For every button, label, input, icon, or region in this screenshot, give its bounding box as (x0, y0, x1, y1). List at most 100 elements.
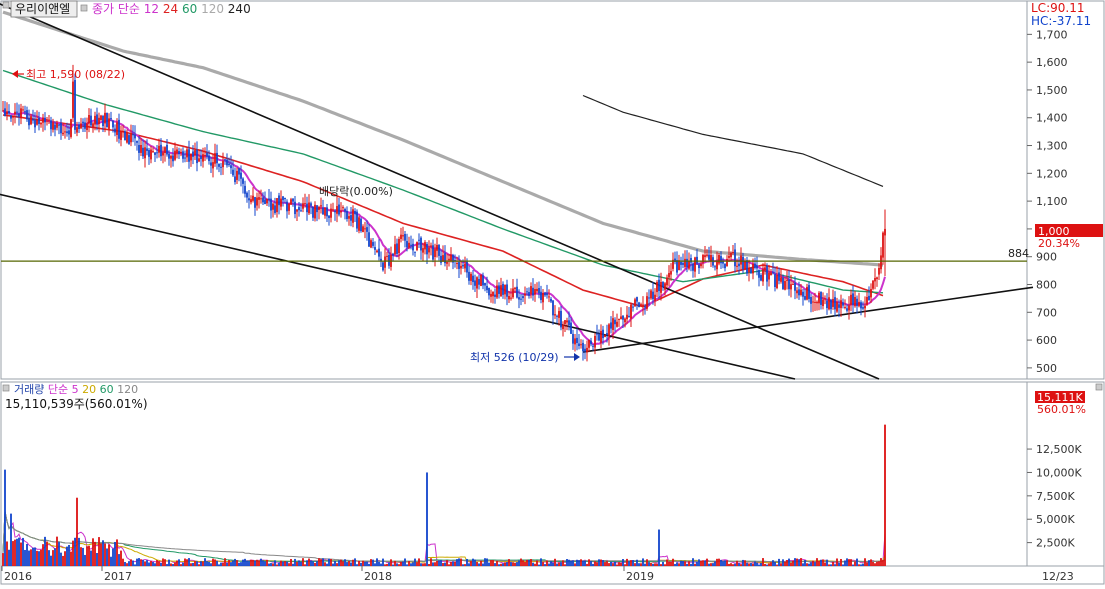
candle-body (396, 243, 398, 254)
candle-body (536, 288, 538, 292)
price-tick-label-10: 700 (1036, 306, 1057, 319)
candle-body (20, 108, 22, 119)
volume-bar (464, 564, 466, 566)
volume-bar (398, 564, 400, 566)
candle-body (122, 131, 124, 133)
volume-bar (360, 562, 362, 566)
volume-bar (496, 560, 498, 566)
candle-body (564, 320, 566, 325)
volume-bar (374, 563, 376, 566)
candle-body (730, 253, 732, 258)
legend-box-icon[interactable] (80, 4, 88, 12)
volume-bar (386, 563, 388, 566)
volume-panel[interactable] (0, 381, 1028, 567)
volume-tick-label-1: 10,000K (1036, 466, 1082, 479)
volume-bar (784, 561, 786, 566)
volume-bar (790, 562, 792, 566)
volume-bar (516, 562, 518, 566)
candle-body (372, 242, 374, 246)
price-tick-label-6: 1,100 (1036, 195, 1068, 208)
volume-bar (676, 562, 678, 566)
candle-body (106, 112, 108, 128)
candle-body (778, 272, 780, 281)
volume-bar (550, 561, 552, 566)
candle-body (606, 333, 608, 335)
volume-bar (642, 558, 644, 566)
candle-body (58, 124, 60, 126)
volume-bar (286, 561, 288, 566)
candle-body (796, 290, 798, 294)
candle-body (438, 244, 440, 256)
candle-body (760, 275, 762, 281)
candle-body (612, 318, 614, 330)
candle-body (856, 298, 858, 307)
candle-body (424, 242, 426, 250)
volume-bar (404, 558, 406, 566)
volume-bar (792, 560, 794, 566)
candle-body (774, 274, 776, 288)
candle-body (884, 228, 886, 236)
volume-menu-icon[interactable] (2, 384, 10, 392)
candle-body (514, 287, 516, 290)
volume-bar (304, 564, 306, 566)
candle-body (234, 176, 236, 183)
volume-bar (356, 564, 358, 566)
candle-body (728, 255, 730, 258)
volume-bar (126, 563, 128, 566)
candle-body (8, 111, 10, 114)
candle-body (32, 118, 34, 121)
candle-body (770, 272, 772, 276)
candle-body (582, 342, 584, 352)
candle-body (316, 205, 318, 213)
price-legend-item-5: 240 (224, 2, 251, 16)
volume-bar (646, 559, 648, 566)
volume-bar (38, 551, 40, 566)
time-tick-label-3: 2019 (626, 570, 654, 583)
candle-body (772, 271, 774, 273)
volume-bar (848, 559, 850, 566)
volume-bar (410, 563, 412, 566)
volume-bar (362, 560, 364, 566)
candle-body (378, 248, 380, 257)
candle-body (150, 149, 152, 160)
candle-body (388, 254, 390, 266)
candle-body (458, 262, 460, 269)
candle-body (248, 198, 250, 201)
menu-box-icon[interactable] (2, 1, 10, 9)
candle-body (130, 134, 132, 143)
volume-bar (660, 564, 662, 566)
volume-bar (40, 549, 42, 566)
candle-body (362, 226, 364, 233)
volume-bar (770, 562, 772, 566)
volume-bar (488, 562, 490, 566)
volume-bar (692, 558, 694, 566)
candle-body (594, 335, 596, 348)
volume-bar (68, 544, 70, 566)
candle-body (624, 318, 626, 323)
candle-body (850, 294, 852, 305)
volume-bar (390, 559, 392, 566)
candle-body (354, 210, 356, 215)
candle-body (88, 115, 90, 124)
candle-body (768, 272, 770, 280)
volume-bar (70, 551, 72, 566)
volume-bar (150, 561, 152, 566)
candle-body (504, 284, 506, 295)
candle-body (330, 208, 332, 218)
candle-body (782, 277, 784, 290)
volume-bar (484, 558, 486, 566)
volume-bar (568, 559, 570, 566)
candle-body (12, 115, 14, 118)
volume-bar (100, 543, 102, 566)
volume-bar (734, 563, 736, 566)
candle-body (824, 298, 826, 300)
candle-body (420, 237, 422, 251)
price-tick-label-2: 1,500 (1036, 84, 1068, 97)
candle-body (264, 199, 266, 204)
volume-legend-item-2: 20 (79, 383, 97, 396)
volume-bar (308, 558, 310, 566)
candle-body (336, 206, 338, 214)
candle-body (18, 113, 20, 117)
volume-bar (466, 558, 468, 566)
volume-panel-button[interactable] (1095, 383, 1103, 391)
